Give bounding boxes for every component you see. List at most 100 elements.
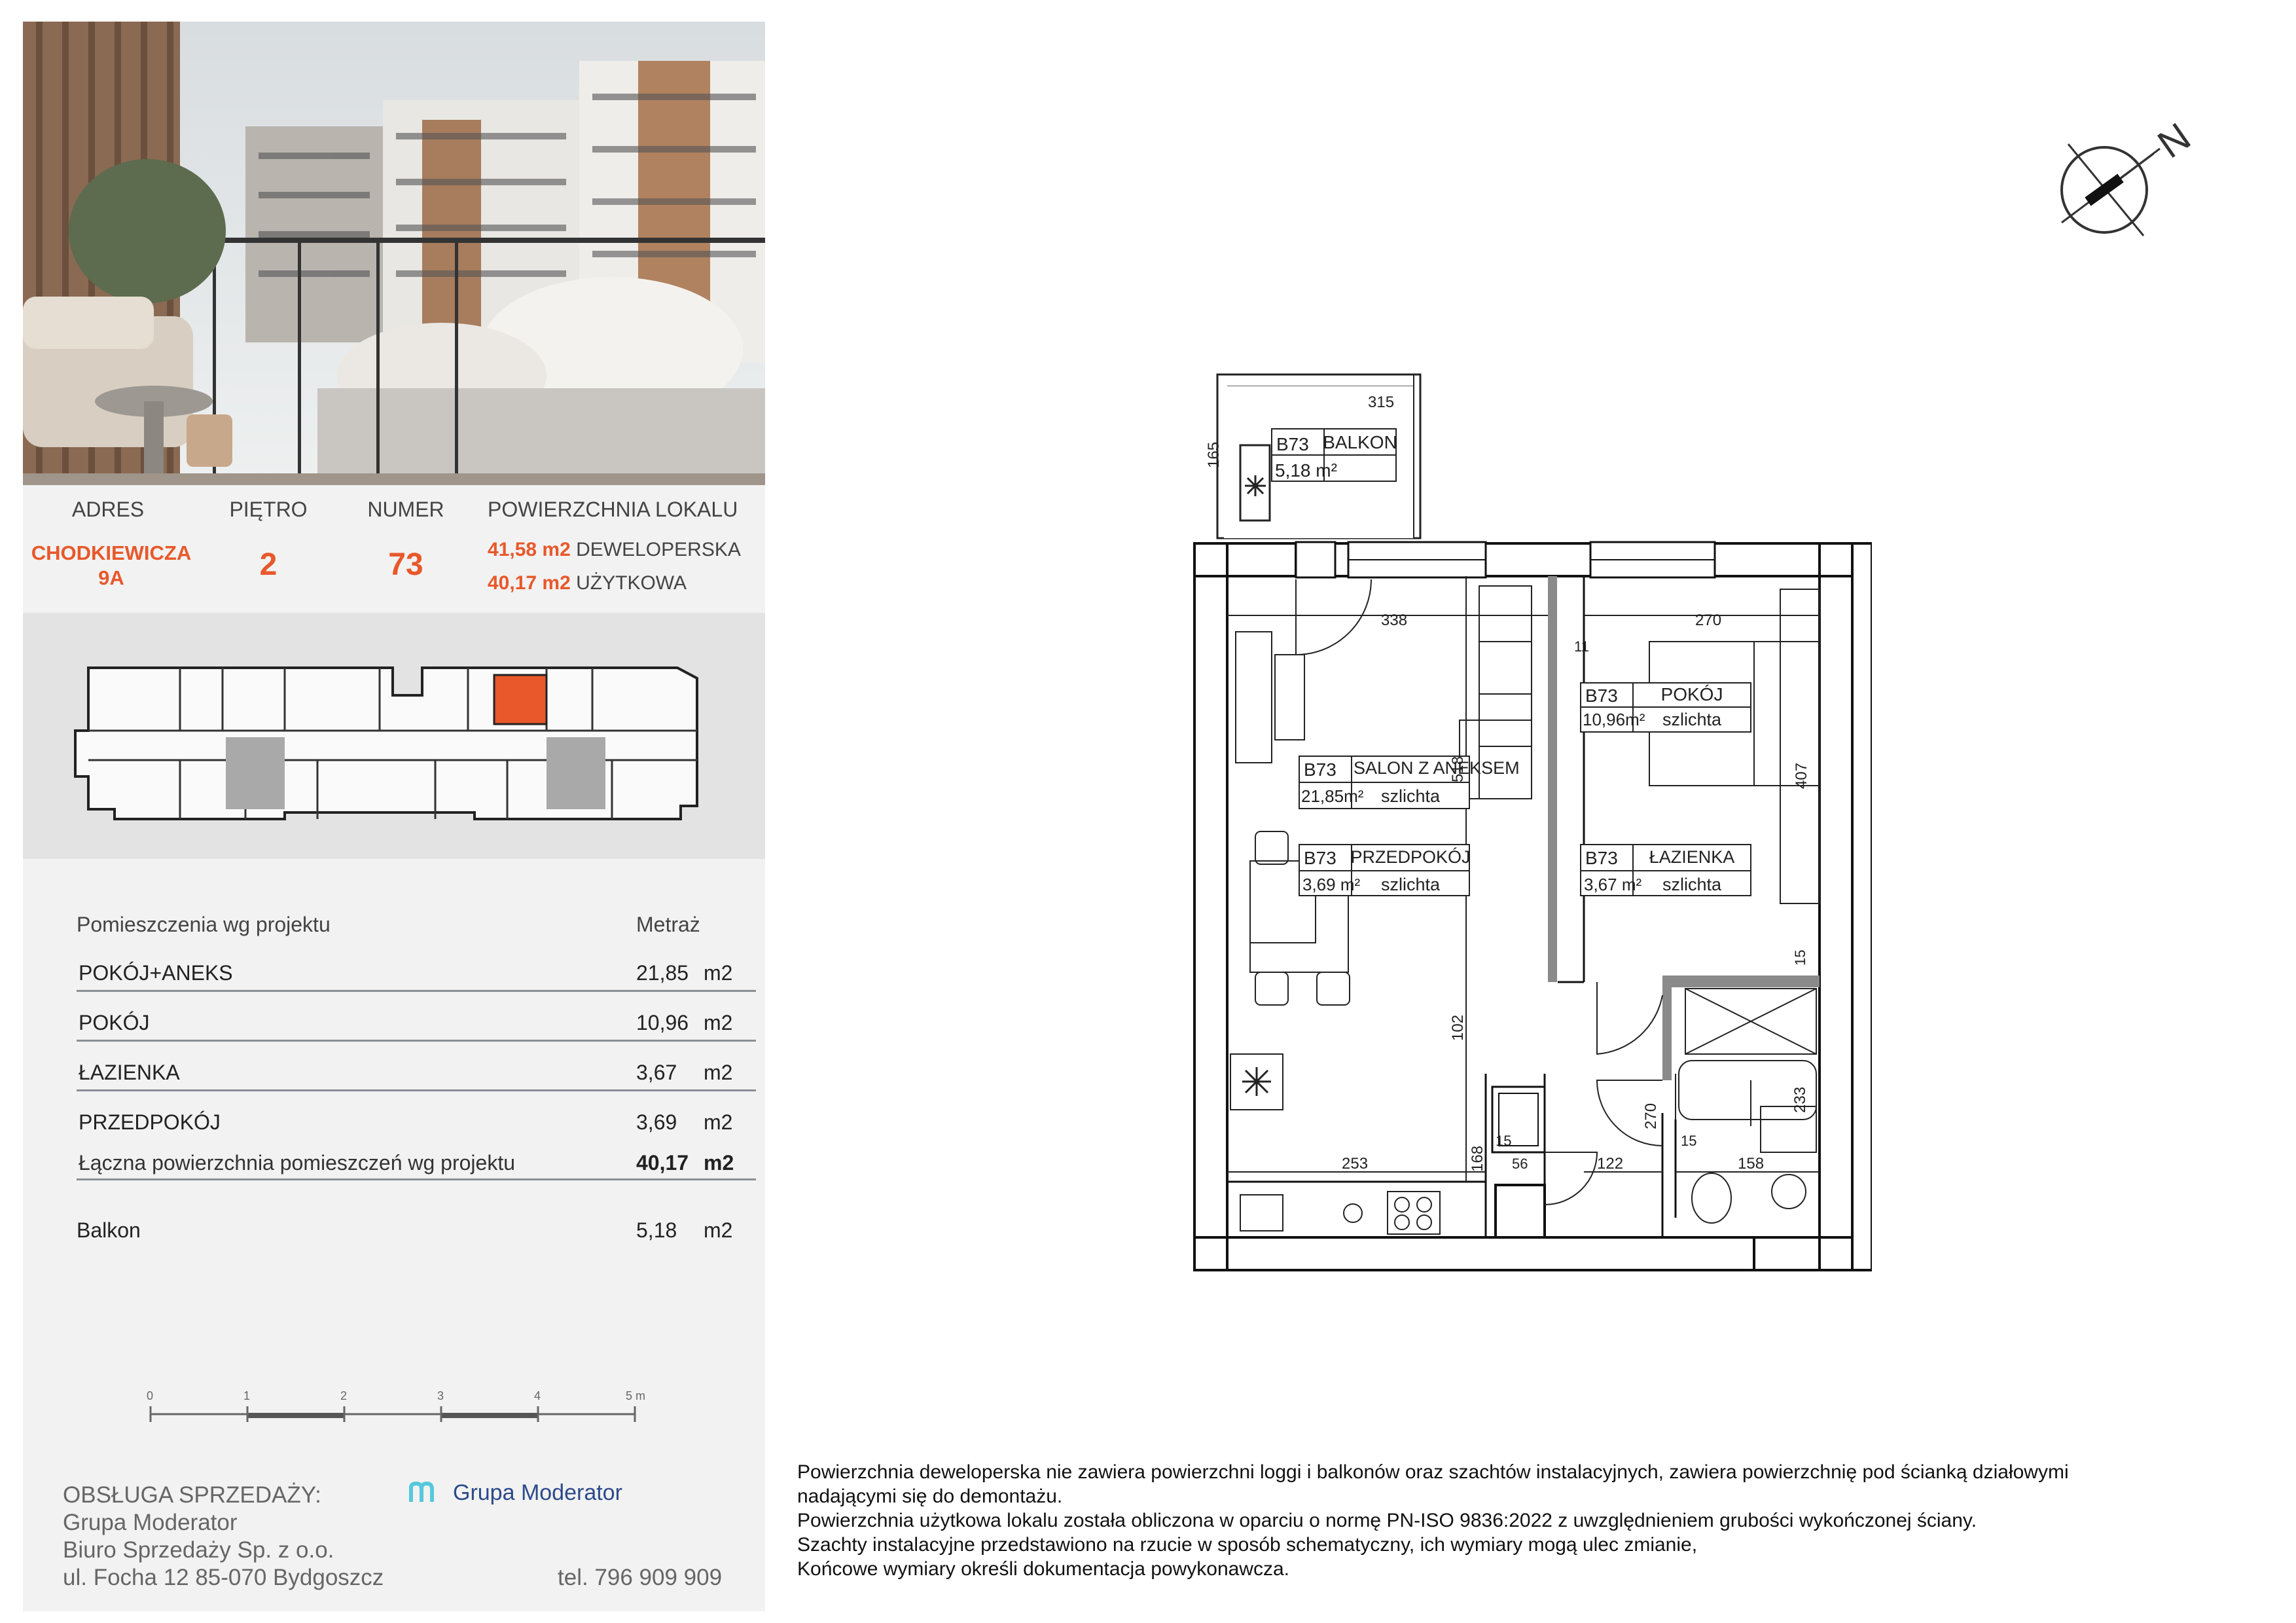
salon-name: SALON Z ANEKSEM [1354,758,1520,778]
dim-label: 15 [1496,1133,1511,1149]
floor-value: 2 [259,547,278,582]
total-area-label: Łączna powierzchnia pomieszczeń wg proje… [79,1151,516,1175]
balcony-label: Balkon [77,1218,141,1242]
dim-label: 233 [1791,1087,1809,1113]
floor-header: PIĘTRO [229,498,308,521]
balcony-area: 5,18 [636,1218,677,1242]
przedpokoj-finish: szlichta [1381,875,1441,894]
area-developer-label: DEWELOPERSKA [576,539,741,560]
scale-tick: 5 m [626,1389,646,1402]
rooms-table-header: Pomieszczenia wg projektu [77,913,331,936]
scale-tick: 4 [534,1389,541,1402]
room-name: PRZEDPOKÓJ [79,1110,221,1134]
dim-label: 270 [1642,1103,1660,1129]
scale-bar [144,1388,655,1427]
row-divider [77,1089,756,1091]
dim-label: 270 [1695,611,1721,629]
hero-visualization [23,22,765,485]
note-line: Powierzchnia użytkowa lokalu została obl… [797,1510,1977,1531]
salon-finish: szlichta [1381,786,1441,806]
room-area: 21,85 [636,961,689,985]
dim-label: 11 [1574,638,1589,655]
room-name: POKÓJ [79,1011,150,1034]
dim-balcony-depth: 165 [1205,442,1223,468]
scale-tick: 1 [243,1389,251,1402]
area-usable-label: UŻYTKOWA [576,572,687,594]
area-column-header: Metraż [636,913,700,936]
note-line: Końcowe wymiary określi dokumentacja pow… [797,1558,1289,1580]
scale-tick: 3 [437,1389,444,1402]
sales-office: Biuro Sprzedaży Sp. z o.o. [63,1537,334,1563]
dim-label: 15 [1681,1133,1696,1149]
salon-code: B73 [1304,759,1336,780]
przedpokoj-area: 3,69 m² [1302,875,1360,894]
address-number: 9A [98,566,124,589]
przedpokoj-code: B73 [1304,848,1336,868]
dim-label: 407 [1793,763,1810,789]
room-unit: m2 [704,961,733,985]
lazienka-code: B73 [1585,848,1618,868]
dim-label: 168 [1469,1146,1486,1172]
dim-label: 56 [1512,1156,1528,1172]
dim-label: 102 [1449,1015,1467,1041]
address-header: ADRES [71,498,145,521]
dim-label: 253 [1342,1155,1368,1173]
salon-area: 21,85m² [1301,786,1364,806]
room-unit: m2 [704,1011,733,1034]
logo-text: Grupa Moderator [453,1480,622,1505]
balcony-name: BALKON [1323,432,1397,452]
note-line: Szachty instalacyjne przedstawiono na rz… [797,1534,1698,1556]
room-area: 3,69 [636,1110,677,1134]
apartment-number: 73 [388,547,423,582]
room-unit: m2 [704,1110,733,1134]
pokoj-finish: szlichta [1662,710,1722,729]
pokoj-name: POKÓJ [1661,684,1723,704]
dim-label: 15 [1792,950,1808,966]
dim-label: 518 [1449,756,1467,782]
lazienka-finish: szlichta [1662,875,1722,894]
dim-label: 338 [1381,611,1407,629]
scale-tick: 2 [340,1389,348,1402]
area-header: POWIERZCHNIA LOKALU [488,498,738,521]
note-line: Powierzchnia deweloperska nie zawiera po… [797,1461,2069,1483]
sales-company: Grupa Moderator [63,1510,238,1535]
dim-balcony-width: 315 [1368,393,1394,411]
company-logo: Grupa Moderator [407,1474,622,1511]
sales-heading: OBSŁUGA SPRZEDAŻY: [63,1482,321,1508]
total-area-value: 40,17 [636,1151,689,1175]
area-usable: 40,17 m2 UŻYTKOWA [488,572,687,594]
row-divider [77,990,756,992]
area-usable-value: 40,17 m2 [488,572,571,594]
row-divider [77,1178,756,1180]
number-header: NUMER [367,498,444,521]
floor-plan: B73 BALKON 5,18 m² 315 165 B73 SALON Z A… [1178,367,1873,1290]
pokoj-code: B73 [1585,685,1618,706]
row-divider [77,1040,756,1042]
area-developer: 41,58 m2 DEWELOPERSKA [488,539,741,561]
scale-tick: 0 [147,1389,154,1402]
key-plan [23,613,765,859]
note-line: nadającymi się do demontażu. [797,1486,1063,1507]
address-street: CHODKIEWICZA [31,541,192,564]
balcony-area-label: 5,18 m² [1275,460,1337,481]
przedpokoj-name: PRZEDPOKÓJ [1350,847,1470,867]
room-name: POKÓJ+ANEKS [79,961,233,985]
dim-label: 158 [1738,1155,1764,1173]
balcony-unit: m2 [704,1218,733,1242]
room-name: ŁAZIENKA [79,1061,180,1084]
selected-apartment-marker [493,674,548,725]
notes: Powierzchnia deweloperska nie zawiera po… [797,1460,2250,1581]
logo-m-icon [409,1481,434,1502]
area-developer-value: 41,58 m2 [488,539,571,560]
pokoj-area: 10,96m² [1583,710,1645,729]
sales-address: ul. Focha 12 85-070 Bydgoszcz [63,1565,384,1590]
dim-label: 122 [1597,1155,1623,1173]
lazienka-area: 3,67 m² [1584,875,1641,894]
balcony-code: B73 [1276,434,1309,454]
room-area: 10,96 [636,1011,689,1034]
total-area-unit: m2 [704,1151,734,1175]
sales-phone: tel. 796 909 909 [558,1565,723,1590]
lazienka-name: ŁAZIENKA [1649,847,1735,867]
room-unit: m2 [704,1061,733,1084]
room-area: 3,67 [636,1061,677,1084]
